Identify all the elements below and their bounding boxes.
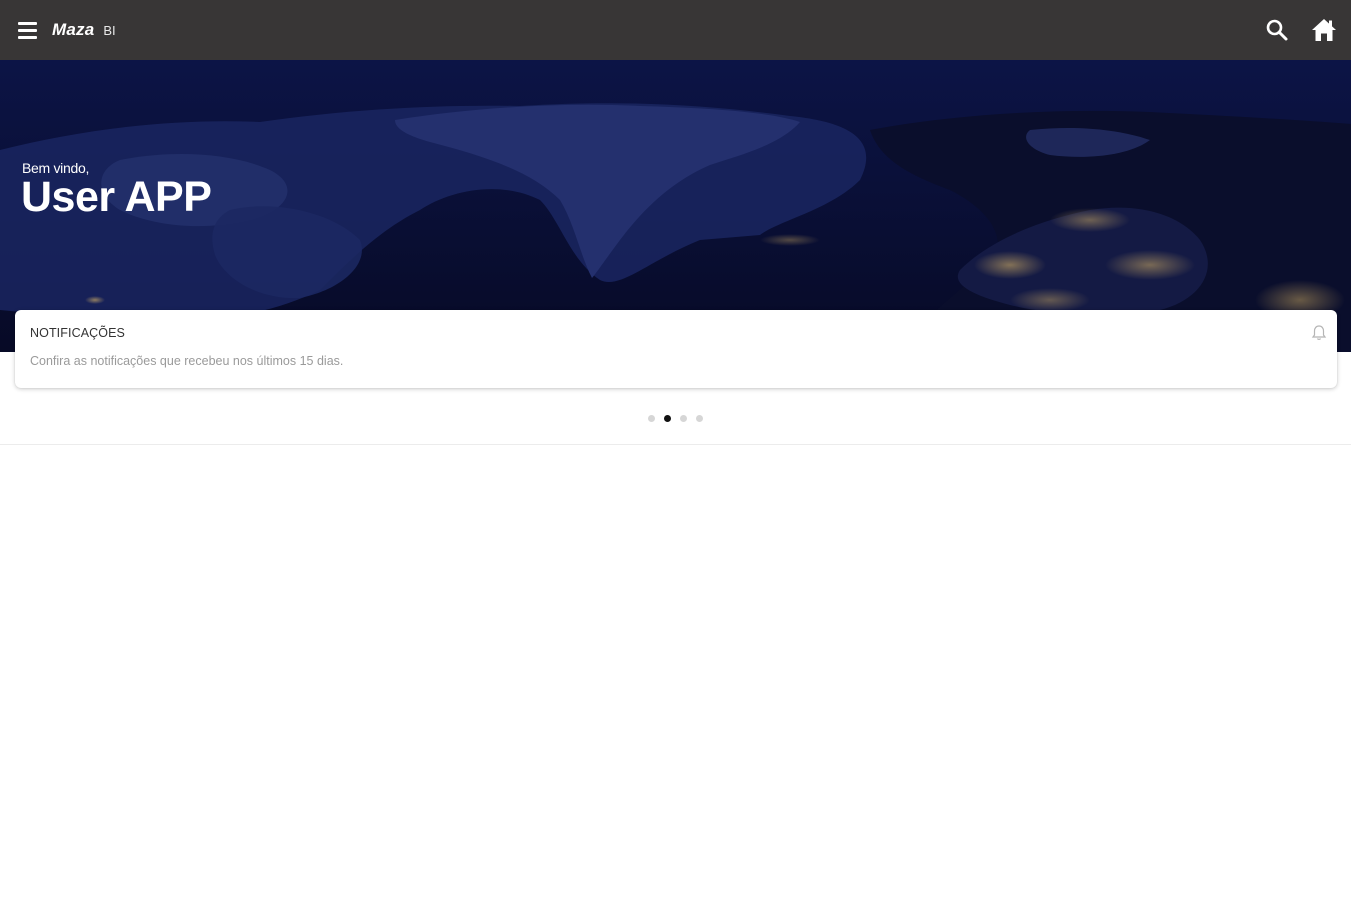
section-divider [0,444,1351,445]
hamburger-menu-icon[interactable] [16,20,40,40]
carousel-dot[interactable] [648,415,655,422]
top-app-bar: Maza BI [0,0,1351,60]
app-logo: Maza BI [52,20,116,42]
notifications-card[interactable]: NOTIFICAÇÕES Confira as notificações que… [15,310,1337,388]
welcome-banner: Bem vindo, User APP [0,60,1351,352]
carousel-pagination [648,415,703,422]
carousel-dot[interactable] [664,415,671,422]
carousel-dot[interactable] [680,415,687,422]
notifications-description: Confira as notificações que recebeu nos … [30,354,344,368]
home-icon[interactable] [1309,15,1339,45]
brand-name: Maza [52,20,95,39]
user-name: User APP [21,173,212,221]
carousel-dot[interactable] [696,415,703,422]
notifications-title: NOTIFICAÇÕES [30,326,125,340]
search-icon[interactable] [1262,15,1292,45]
bell-icon [1311,325,1327,340]
brand-suffix: BI [103,23,116,38]
